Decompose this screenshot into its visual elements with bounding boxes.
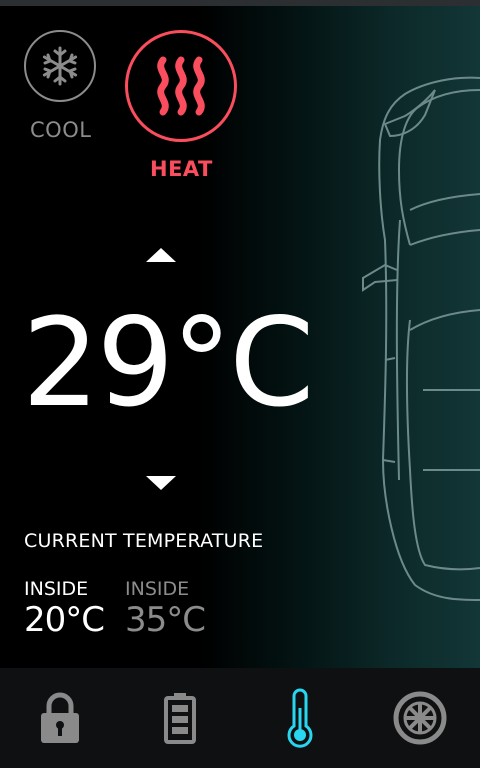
nav-wheel-button[interactable] xyxy=(360,668,480,768)
nav-lock-button[interactable] xyxy=(0,668,120,768)
battery-icon xyxy=(164,693,196,744)
decrease-temperature-button[interactable] xyxy=(146,476,176,490)
cool-mode-button[interactable] xyxy=(24,30,96,102)
bottom-navigation xyxy=(0,668,480,768)
inside-temp-value: 20°C xyxy=(24,600,105,640)
inside-temp-value-secondary: 35°C xyxy=(125,600,206,640)
nav-battery-button[interactable] xyxy=(120,668,240,768)
car-outline-illustration xyxy=(362,76,480,601)
increase-temperature-button[interactable] xyxy=(146,248,176,262)
nav-climate-button[interactable] xyxy=(240,668,360,768)
inside-temp-label: INSIDE xyxy=(24,578,89,600)
wheel-icon xyxy=(393,691,447,745)
heat-mode-button[interactable] xyxy=(125,30,237,142)
inside-temp-label-secondary: INSIDE xyxy=(125,578,190,600)
thermometer-icon xyxy=(287,688,313,748)
cool-mode-label: COOL xyxy=(30,118,92,142)
heat-mode-label: HEAT xyxy=(150,157,213,181)
heat-waves-icon xyxy=(157,56,205,116)
snowflake-icon xyxy=(42,46,78,86)
setpoint-temperature: 29°C xyxy=(22,292,314,434)
current-temperature-title: CURRENT TEMPERATURE xyxy=(24,530,264,552)
lock-icon xyxy=(41,692,79,743)
